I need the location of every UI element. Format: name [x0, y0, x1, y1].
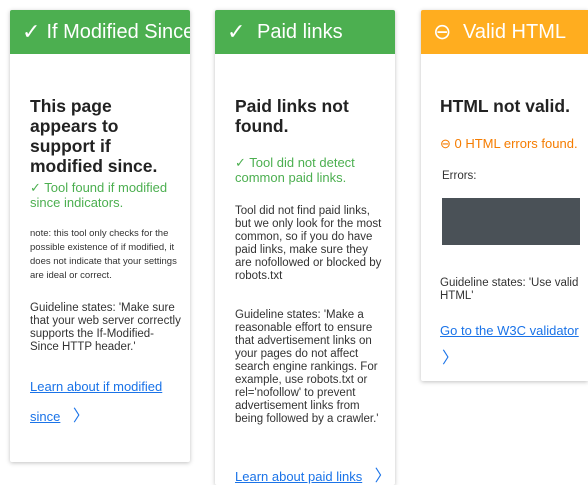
minus-circle-icon: ⊖ [433, 19, 452, 44]
note-text: note: this tool only checks for the poss… [30, 228, 177, 281]
card-header: ⊖ Valid HTML [421, 10, 588, 54]
guideline-text: Guideline states: 'Make a reasonable eff… [235, 309, 379, 425]
learn-link-group: Learn about paid links 〉 [235, 462, 395, 485]
card-paid-links: ✓ Paid links Paid links not found. ✓ Too… [215, 10, 395, 485]
card-title: If Modified Since [46, 20, 190, 43]
chevron-right-icon[interactable]: 〉 [442, 344, 458, 368]
checkmark-icon: ✓ [22, 19, 41, 44]
status-message: ✓ Tool found if modified since indicator… [30, 180, 168, 210]
status-message: ⊖ 0 HTML errors found. [440, 136, 578, 151]
learn-link-group: Learn about if modified since 〉 [30, 376, 185, 428]
chevron-right-icon[interactable]: 〉 [73, 402, 89, 426]
go-to-w3c-validator-link[interactable]: Go to the W3C validator [440, 323, 579, 338]
status-message: ✓ Tool did not detect common paid links. [235, 155, 355, 185]
chevron-right-icon[interactable]: 〉 [375, 462, 391, 485]
learn-about-if-modified-link-cont[interactable]: since [30, 409, 60, 424]
learn-about-if-modified-link[interactable]: Learn about if modified [30, 379, 162, 394]
card-if-modified-since: ✓ If Modified Since This page appears to… [10, 10, 190, 462]
result-heading: Paid links not found. [235, 96, 349, 136]
guideline-text: Guideline states: 'Make sure that your w… [30, 302, 181, 353]
card-title: Valid HTML [463, 20, 566, 43]
checkmark-icon: ✓ [227, 19, 246, 44]
result-heading: HTML not valid. [440, 96, 570, 116]
guideline-text: Guideline states: 'Use valid HTML' [440, 277, 579, 302]
explanation-text: Tool did not find paid links, but we onl… [235, 205, 382, 282]
errors-label: Errors: [442, 170, 477, 182]
card-title: Paid links [257, 20, 343, 43]
card-header: ✓ If Modified Since [10, 10, 190, 54]
validator-link-group: Go to the W3C validator 〉 [440, 320, 588, 368]
card-valid-html: ⊖ Valid HTML HTML not valid. ⊖ 0 HTML er… [421, 10, 588, 381]
card-header: ✓ Paid links [215, 10, 395, 54]
errors-output-box [442, 198, 580, 245]
result-heading: This page appears to support if modified… [30, 96, 158, 176]
